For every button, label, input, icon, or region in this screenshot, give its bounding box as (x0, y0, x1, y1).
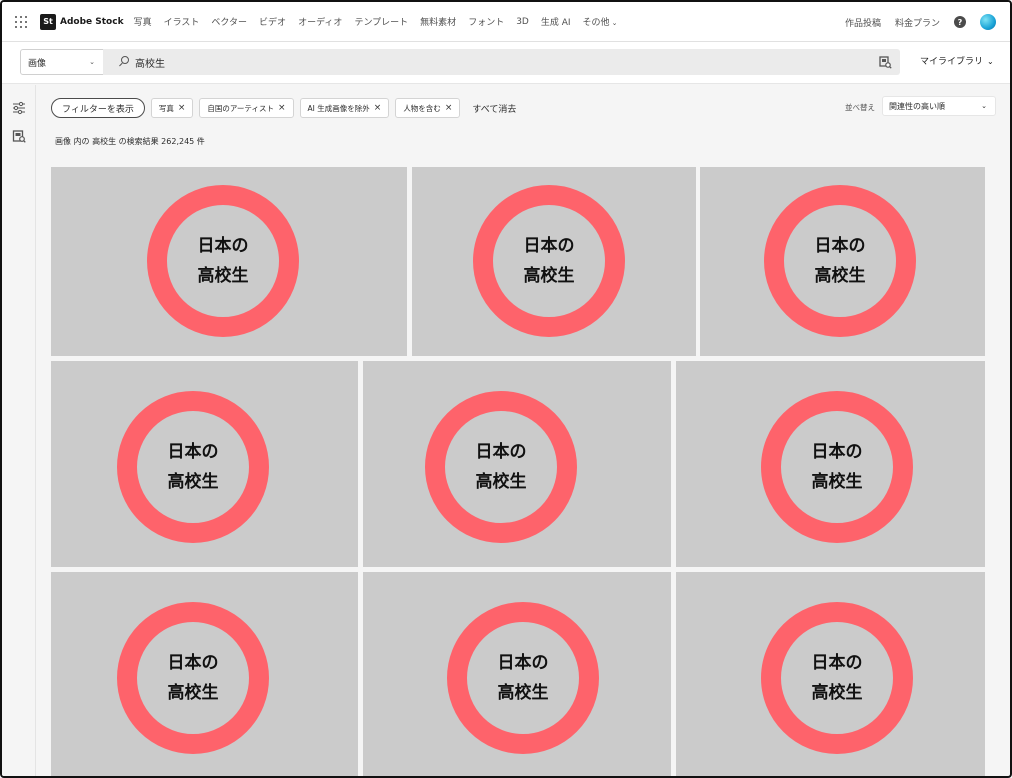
pricing-link[interactable]: 料金プラン (895, 16, 940, 29)
help-icon[interactable]: ? (954, 16, 966, 28)
close-icon[interactable]: × (374, 103, 382, 113)
image-search-icon[interactable] (12, 129, 26, 143)
tile-text-line2: 高校生 (475, 472, 527, 492)
ring-graphic: 日本の 高校生 (761, 391, 913, 543)
nav-item-videos[interactable]: ビデオ (259, 15, 286, 28)
tile-text-line1: 日本の (167, 653, 219, 673)
tile-text-line1: 日本の (475, 442, 527, 462)
tile-text-line2: 高校生 (497, 683, 549, 703)
tile-text-line1: 日本の (811, 442, 863, 462)
chevron-down-icon: ⌄ (89, 58, 95, 66)
chip-label: 自国のアーティスト (207, 103, 274, 113)
nav-item-vectors[interactable]: ベクター (211, 15, 247, 28)
close-icon[interactable]: × (278, 103, 286, 113)
result-tile[interactable]: 日本の 高校生 (51, 572, 358, 776)
ring-graphic: 日本の 高校生 (117, 602, 269, 754)
apps-grid-icon[interactable] (15, 15, 27, 28)
chip-label: 写真 (158, 103, 174, 113)
ring-graphic: 日本の 高校生 (425, 391, 577, 543)
contributor-link[interactable]: 作品投稿 (845, 16, 881, 29)
nav-item-more[interactable]: その他 ⌄ (583, 15, 618, 28)
ring-graphic: 日本の 高校生 (147, 185, 299, 337)
result-count: 画像 内の 高校生 の検索結果 262,245 件 (55, 137, 205, 146)
asset-type-value: 画像 (28, 58, 47, 69)
tile-text-line2: 高校生 (811, 683, 863, 703)
nav-item-illustrations[interactable]: イラスト (164, 15, 200, 28)
tile-text-line2: 高校生 (167, 683, 219, 703)
top-nav: St Adobe Stock 写真 イラスト ベクター ビデオ オーディオ テン… (2, 2, 1010, 42)
filter-bar: フィルターを表示 写真 × 自国のアーティスト × AI 生成画像を除外 × 人物を含… (51, 98, 516, 118)
tile-text-line1: 日本の (197, 236, 249, 256)
asset-type-select[interactable]: 画像 ⌄ (20, 49, 104, 75)
result-tile[interactable]: 日本の 高校生 (363, 361, 671, 567)
nav-right: 作品投稿 料金プラン ? (845, 2, 996, 42)
result-tile[interactable]: 日本の 高校生 (676, 361, 985, 567)
nav-item-audio[interactable]: オーディオ (298, 15, 342, 28)
chevron-down-icon: ⌄ (981, 102, 987, 110)
left-rail (2, 85, 36, 776)
tile-text-line1: 日本の (814, 236, 866, 256)
my-library-label: マイライブラリ (920, 57, 984, 67)
show-filters-button[interactable]: フィルターを表示 (51, 98, 145, 118)
chevron-down-icon: ⌄ (611, 19, 618, 27)
close-icon[interactable]: × (178, 103, 186, 113)
app-window: St Adobe Stock 写真 イラスト ベクター ビデオ オーディオ テン… (0, 0, 1012, 778)
sort-value: 関連性の高い順 (889, 101, 945, 111)
ring-graphic: 日本の 高校生 (447, 602, 599, 754)
nav-item-fonts[interactable]: フォント (468, 15, 504, 28)
tile-text-line2: 高校生 (167, 472, 219, 492)
logo-text: Adobe Stock (60, 16, 124, 27)
clear-all-button[interactable]: すべて消去 (472, 102, 516, 115)
sort-select[interactable]: 関連性の高い順 ⌄ (882, 96, 996, 116)
tile-text-line1: 日本の (497, 653, 549, 673)
tile-text-line1: 日本の (811, 653, 863, 673)
ring-graphic: 日本の 高校生 (117, 391, 269, 543)
close-icon[interactable]: × (445, 103, 453, 113)
nav-item-templates[interactable]: テンプレート (354, 15, 408, 28)
search-field (103, 49, 900, 75)
search-icon (117, 55, 131, 69)
tile-text-line2: 高校生 (811, 472, 863, 492)
adobe-stock-logo[interactable]: St Adobe Stock (40, 13, 124, 30)
chevron-down-icon: ⌄ (987, 57, 994, 66)
tile-text-line2: 高校生 (814, 266, 866, 286)
result-tile[interactable]: 日本の 高校生 (51, 361, 358, 567)
tile-text-line1: 日本の (167, 442, 219, 462)
filter-chip-people[interactable]: 人物を含む × (395, 98, 461, 118)
filter-chip-photos[interactable]: 写真 × (150, 98, 194, 118)
ring-graphic: 日本の 高校生 (761, 602, 913, 754)
tile-text-line2: 高校生 (197, 266, 249, 286)
sort-label: 並べ替え (845, 103, 875, 112)
my-library-button[interactable]: マイライブラリ ⌄ (920, 54, 994, 67)
user-avatar[interactable] (980, 14, 996, 30)
logo-badge: St (40, 13, 56, 30)
chip-label: AI 生成画像を除外 (307, 103, 370, 113)
filter-chip-local-artists[interactable]: 自国のアーティスト × (199, 98, 294, 118)
result-tile[interactable]: 日本の 高校生 (700, 167, 985, 356)
tile-text-line1: 日本の (523, 236, 575, 256)
nav-more-label: その他 (582, 18, 610, 28)
visual-search-icon[interactable] (878, 55, 892, 69)
ring-graphic: 日本の 高校生 (473, 185, 625, 337)
search-bar: 画像 ⌄ マイライブラリ⌄ (2, 42, 1010, 84)
filter-chip-exclude-ai[interactable]: AI 生成画像を除外 × (299, 98, 390, 118)
nav-item-generative-ai[interactable]: 生成 AI (541, 15, 571, 28)
ring-graphic: 日本の 高校生 (764, 185, 916, 337)
result-tile[interactable]: 日本の 高校生 (363, 572, 671, 776)
result-tile[interactable]: 日本の 高校生 (412, 167, 696, 356)
sliders-icon[interactable] (12, 101, 26, 115)
search-input[interactable] (135, 56, 835, 68)
result-tile[interactable]: 日本の 高校生 (676, 572, 985, 776)
tile-text-line2: 高校生 (523, 266, 575, 286)
nav-item-photos[interactable]: 写真 (134, 15, 152, 28)
nav-menu: 写真 イラスト ベクター ビデオ オーディオ テンプレート 無料素材 フォント … (134, 15, 630, 29)
result-tile[interactable]: 日本の 高校生 (51, 167, 407, 356)
chip-label: 人物を含む (403, 103, 441, 113)
nav-item-3d[interactable]: 3D (516, 17, 529, 27)
nav-item-free[interactable]: 無料素材 (420, 15, 456, 28)
